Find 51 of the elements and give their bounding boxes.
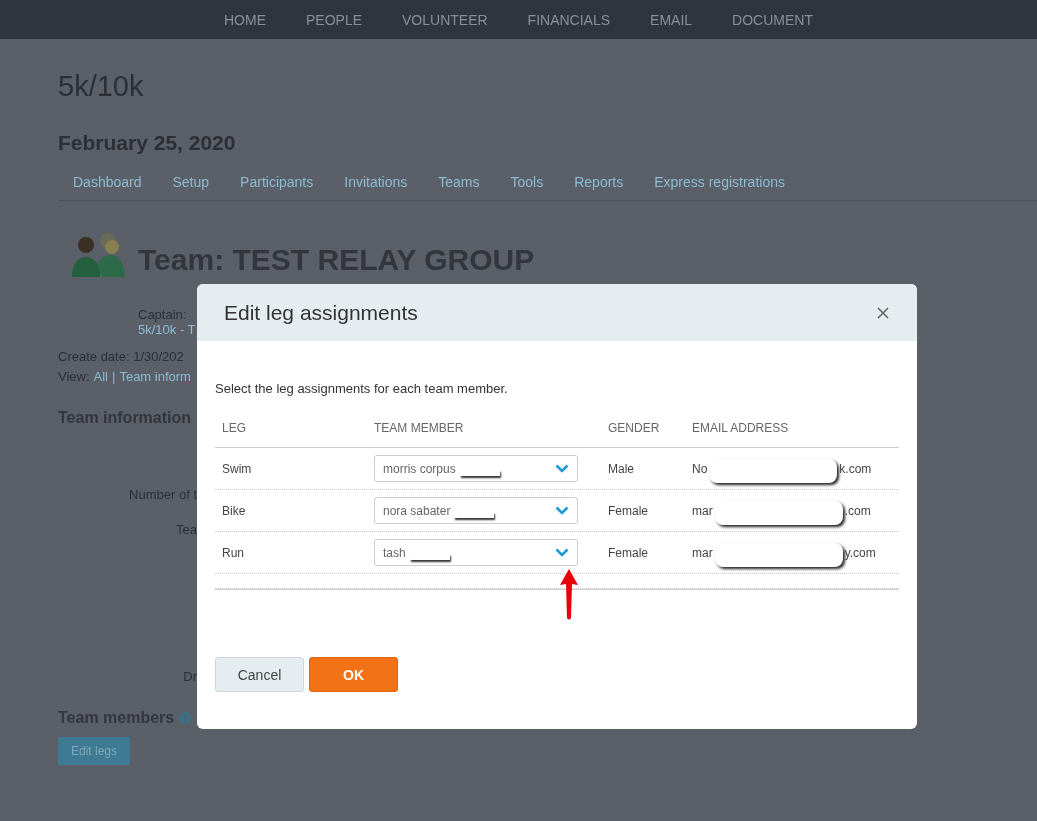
column-header: TEAM MEMBER <box>374 421 464 435</box>
nav-link[interactable]: DOCUMENT <box>732 11 813 28</box>
member-dropdown[interactable]: morris corpus <box>374 455 578 482</box>
column-header: GENDER <box>608 421 660 435</box>
redaction-mark <box>459 469 500 476</box>
email-address: mar <box>692 545 713 560</box>
nav-link[interactable]: VOLUNTEER <box>402 11 488 28</box>
people-icon <box>72 231 126 277</box>
chevron-down-icon <box>555 464 569 473</box>
section-tab[interactable]: Express registrations <box>654 174 785 190</box>
section-tab[interactable]: Participants <box>240 174 314 190</box>
view-link[interactable]: All <box>93 369 108 384</box>
instruction-text: Select the leg assignments for each team member. <box>215 381 509 396</box>
section-tab[interactable]: Reports <box>574 174 624 190</box>
leg-name: Swim <box>222 461 252 476</box>
member-dropdown[interactable]: nora sabater <box>374 497 578 524</box>
email-address: No <box>692 461 708 476</box>
section-tab[interactable]: Teams <box>438 174 480 190</box>
column-header: EMAIL ADDRESS <box>692 421 789 435</box>
chevron-down-icon <box>555 548 569 557</box>
email-address: mar <box>692 503 713 518</box>
chevron-down-icon <box>555 506 569 515</box>
cancel-button[interactable]: Cancel <box>215 657 304 692</box>
gender: Female <box>608 503 648 518</box>
event-link[interactable]: 5k/10k - T <box>138 322 198 337</box>
email-address: k.com <box>839 461 872 476</box>
nav-link[interactable]: FINANCIALS <box>527 11 611 28</box>
leg-name: Bike <box>222 503 246 518</box>
link-separator: | <box>112 369 116 384</box>
ok-button[interactable]: OK <box>309 657 398 692</box>
column-header: LEG <box>222 421 246 435</box>
gender: Female <box>608 545 648 560</box>
section-tab[interactable]: Tools <box>510 174 544 190</box>
section-tab[interactable]: Dashboard <box>73 174 142 190</box>
leg-name: Run <box>222 545 244 560</box>
annotation-arrow <box>559 567 579 621</box>
view-link[interactable]: Team inform <box>119 369 191 384</box>
gender: Male <box>608 461 634 476</box>
nav-link[interactable]: PEOPLE <box>306 11 363 28</box>
nav-link[interactable]: HOME <box>224 11 266 28</box>
member-dropdown[interactable]: tash <box>374 539 578 566</box>
close-button[interactable] <box>875 304 891 321</box>
email-address: y.com <box>844 545 876 560</box>
section-tab[interactable]: Setup <box>172 174 210 190</box>
nav-link[interactable]: EMAIL <box>650 11 693 28</box>
edit-legs-button[interactable]: Edit legs <box>58 737 131 765</box>
email-address: .com <box>844 503 871 518</box>
section-tab[interactable]: Invitations <box>344 174 408 190</box>
dialog-title: Edit leg assignments <box>224 300 418 325</box>
redaction-mark <box>409 553 450 560</box>
redaction-mark <box>454 511 495 518</box>
